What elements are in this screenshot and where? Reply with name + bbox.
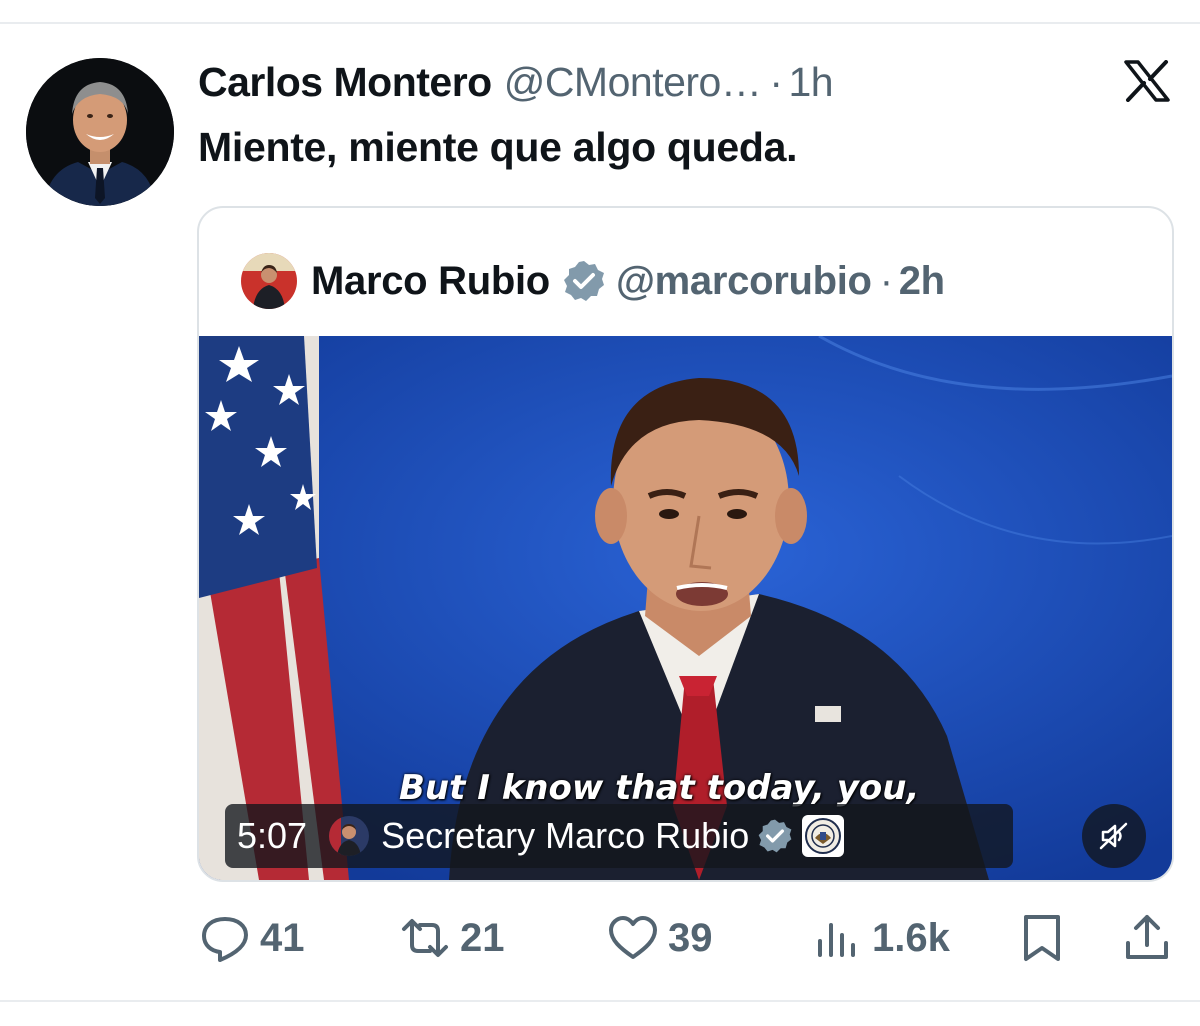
- muted-speaker-icon: [1099, 822, 1128, 850]
- bookmark-button[interactable]: [1015, 908, 1069, 968]
- views-icon: [818, 923, 855, 957]
- quoted-author-avatar[interactable]: [241, 253, 297, 309]
- mute-toggle-button[interactable]: [1082, 804, 1146, 868]
- share-button[interactable]: [1120, 908, 1174, 968]
- quoted-tweet-header: Marco Rubio @marcorubio · 2h: [241, 252, 945, 310]
- heart-icon: [609, 916, 657, 959]
- tweet-timestamp[interactable]: 1h: [789, 59, 834, 106]
- video-caption: But I know that today, you,: [399, 768, 920, 808]
- bottom-divider: [0, 1000, 1200, 1002]
- verified-badge-icon: [563, 261, 604, 301]
- channel-verified-badge-icon: [758, 819, 792, 853]
- reply-button[interactable]: 41: [198, 908, 305, 968]
- channel-avatar: [329, 816, 370, 856]
- video-player[interactable]: But I know that today, you, 5:07 Secreta…: [199, 336, 1172, 880]
- quoted-author-name[interactable]: Marco Rubio: [311, 259, 550, 304]
- tweet-header: Carlos Montero @CMontero… · 1h: [198, 56, 834, 108]
- views-count: 1.6k: [872, 915, 950, 960]
- repost-count: 21: [460, 915, 505, 960]
- like-button[interactable]: 39: [606, 908, 713, 968]
- video-info-bar: 5:07 Secretary Marco Rubio: [225, 804, 1013, 868]
- author-avatar[interactable]: [26, 58, 174, 206]
- separator-dot: ·: [769, 58, 783, 105]
- state-department-seal-icon: [802, 815, 845, 857]
- bookmark-icon: [1024, 915, 1060, 961]
- quoted-timestamp[interactable]: 2h: [899, 259, 945, 304]
- video-duration: 5:07: [237, 815, 308, 856]
- tweet-actions: 41 21 39 1.6k: [0, 908, 1200, 968]
- share-icon: [1126, 915, 1168, 959]
- channel-avatar-image: [329, 816, 370, 856]
- x-logo-icon[interactable]: [1124, 60, 1170, 102]
- tweet-text: Miente, miente que algo queda.: [198, 124, 798, 170]
- like-count: 39: [668, 915, 713, 960]
- author-handle[interactable]: @CMontero…: [504, 59, 762, 106]
- author-avatar-image: [26, 58, 174, 206]
- quoted-avatar-image: [241, 253, 297, 309]
- quoted-tweet-card[interactable]: Marco Rubio @marcorubio · 2h But I know …: [197, 206, 1174, 882]
- author-name[interactable]: Carlos Montero: [198, 59, 492, 106]
- channel-name: Secretary Marco Rubio: [381, 815, 750, 856]
- repost-icon: [402, 919, 448, 957]
- quoted-separator-dot: ·: [879, 258, 893, 303]
- repost-button[interactable]: 21: [398, 908, 505, 968]
- quoted-author-handle[interactable]: @marcorubio: [616, 259, 872, 304]
- top-divider: [0, 22, 1200, 24]
- reply-icon: [202, 917, 248, 962]
- views-button[interactable]: 1.6k: [810, 908, 950, 968]
- reply-count: 41: [260, 915, 305, 960]
